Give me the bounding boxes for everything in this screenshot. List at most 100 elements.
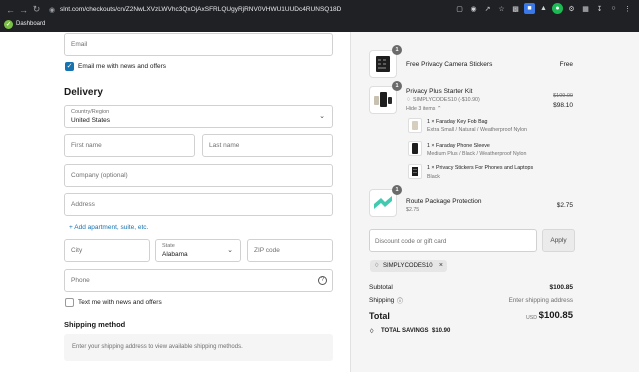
camera-stickers-thumbnail — [369, 50, 397, 78]
savings-value: $10.90 — [432, 328, 451, 334]
quantity-badge: 1 — [392, 45, 402, 55]
order-summary: 1 Free Privacy Camera Stickers Free 1 Pr… — [350, 32, 639, 372]
savings-label: TOTAL SAVINGS — [381, 328, 429, 334]
extension-gear-icon[interactable]: ⚙ — [566, 3, 577, 14]
add-apartment-link[interactable]: + Add apartment, suite, etc. — [69, 224, 148, 231]
delivery-heading: Delivery — [64, 87, 103, 98]
city-field[interactable]: City — [64, 239, 150, 262]
download-icon[interactable]: ↧ — [594, 3, 605, 14]
remove-discount-icon[interactable]: × — [439, 262, 443, 269]
key-fob-bag-image — [412, 121, 418, 130]
discount-code-input[interactable]: Discount code or gift card — [369, 229, 537, 252]
tag-icon: ♢ — [374, 263, 380, 269]
shipping-label: Shipping — [369, 297, 395, 304]
chevron-down-icon: ⌄ — [227, 247, 233, 254]
extension-green-icon[interactable]: ● — [552, 3, 563, 14]
bookmark-star-icon[interactable]: ☆ — [496, 3, 507, 14]
quantity-badge: 1 — [392, 185, 402, 195]
quantity-badge: 1 — [392, 81, 402, 91]
address-field[interactable]: Address — [64, 193, 333, 216]
company-placeholder: Company (optional) — [71, 172, 128, 179]
bookmark-dashboard[interactable]: ✓ Dashboard — [4, 18, 45, 30]
discount-placeholder: Discount code or gift card — [375, 238, 447, 245]
item-price: Free — [559, 61, 573, 68]
sub-item-variant: Black — [427, 174, 440, 180]
chevron-down-icon: ⌄ — [319, 113, 325, 120]
back-icon[interactable]: ← — [4, 3, 17, 16]
first-name-field[interactable]: First name — [64, 134, 195, 157]
bookmark-label: Dashboard — [16, 21, 46, 27]
last-name-field[interactable]: Last name — [202, 134, 333, 157]
country-label: Country/Region — [71, 109, 110, 115]
zip-field[interactable]: ZIP code — [247, 239, 333, 262]
sub-item-name: 1 × Privacy Stickers For Phones and Lapt… — [427, 165, 534, 171]
applied-code: SIMPLYCODES10 — [383, 262, 433, 269]
shipping-value: Enter shipping address — [508, 297, 573, 304]
total-value: $100.85 — [538, 310, 573, 321]
extension-icons: ▢ ◉ ↗ ☆ ▩ ■ ▲ ● ⚙ ▦ ↧ ○ ⋮ — [454, 3, 633, 14]
phone-field[interactable]: Phone ? — [64, 269, 333, 292]
hide-items-toggle[interactable]: Hide 3 items ⌃ — [406, 106, 441, 112]
item-sub-price: $2.75 — [406, 207, 420, 213]
item-discount-code: SIMPLYCODES10 (-$10.90) — [413, 97, 480, 103]
email-news-checkbox[interactable]: ✓ — [65, 62, 74, 71]
privacy-stickers-image — [412, 167, 418, 176]
applied-discount-chip: ♢ SIMPLYCODES10 × — [370, 260, 447, 272]
apply-button[interactable]: Apply — [542, 229, 575, 252]
city-placeholder: City — [71, 247, 83, 254]
company-field[interactable]: Company (optional) — [64, 164, 333, 187]
camera-icon[interactable]: ◉ — [468, 3, 479, 14]
lock-icon[interactable]: ◉ — [47, 5, 57, 15]
country-select[interactable]: Country/Region United States ⌄ — [64, 105, 333, 128]
state-value: Alabama — [162, 251, 188, 258]
dashboard-favicon-icon: ✓ — [4, 19, 13, 29]
item-price: $98.10 — [553, 102, 573, 109]
phone-sleeve-thumbnail — [408, 141, 422, 156]
tag-icon: ♢ — [369, 329, 375, 335]
forward-icon[interactable]: → — [17, 3, 30, 16]
checkout-form: Email ✓ Email me with news and offers De… — [0, 32, 350, 372]
help-icon[interactable]: ? — [318, 276, 327, 285]
total-label: Total — [369, 311, 390, 321]
share-icon[interactable]: ↗ — [482, 3, 493, 14]
item-name: Privacy Plus Starter Kit — [406, 88, 473, 95]
phone-placeholder: Phone — [71, 277, 90, 284]
route-logo-icon — [374, 196, 392, 209]
menu-icon[interactable]: ⋮ — [622, 3, 633, 14]
shipping-method-placeholder-box: Enter your shipping address to view avai… — [64, 334, 333, 361]
email-field[interactable]: Email — [64, 33, 333, 56]
extension-shield-icon[interactable]: ▲ — [538, 3, 549, 14]
translate-icon[interactable]: ▢ — [454, 3, 465, 14]
subtotal-value: $100.85 — [549, 284, 574, 291]
starter-kit-image — [374, 92, 392, 107]
privacy-stickers-thumbnail — [408, 164, 422, 179]
key-fob-bag-thumbnail — [408, 118, 422, 133]
item-original-price: $109.00 — [553, 93, 573, 99]
profile-icon[interactable]: ○ — [608, 3, 619, 14]
text-news-label: Text me with news and offers — [78, 299, 162, 306]
extensions-icon[interactable]: ▦ — [580, 3, 591, 14]
extension-puzzle-icon[interactable]: ▩ — [510, 3, 521, 14]
email-news-label: Email me with news and offers — [78, 63, 167, 70]
last-name-placeholder: Last name — [209, 142, 240, 149]
tag-icon: ♢ — [406, 97, 411, 103]
reload-icon[interactable]: ↻ — [30, 3, 43, 16]
item-name: Free Privacy Camera Stickers — [406, 61, 493, 68]
zip-placeholder: ZIP code — [254, 247, 280, 254]
state-select[interactable]: State Alabama ⌄ — [155, 239, 241, 262]
address-placeholder: Address — [71, 201, 95, 208]
url-field[interactable]: slnt.com/checkouts/cn/Z2NwLXVzLWVhc3QxOj… — [60, 6, 390, 13]
item-price: $2.75 — [556, 202, 573, 209]
address-bar-row: ← → ↻ ◉ slnt.com/checkouts/cn/Z2NwLXVzLW… — [0, 2, 639, 17]
browser-chrome: ← → ↻ ◉ slnt.com/checkouts/cn/Z2NwLXVzLW… — [0, 0, 639, 32]
extension-blue-icon[interactable]: ■ — [524, 3, 535, 14]
sub-item-variant: Medium Plus / Black / Weatherproof Nylon — [427, 151, 527, 157]
sub-item-variant: Extra Small / Natural / Weatherproof Nyl… — [427, 127, 527, 133]
text-news-checkbox[interactable] — [65, 298, 74, 307]
subtotal-label: Subtotal — [369, 284, 393, 291]
country-value: United States — [71, 117, 111, 124]
sub-item-name: 1 × Faraday Key Fob Bag — [427, 119, 488, 125]
info-icon[interactable]: ⓘ — [397, 296, 403, 305]
sub-item-name: 1 × Faraday Phone Sleeve — [427, 143, 490, 149]
phone-sleeve-image — [412, 143, 418, 154]
